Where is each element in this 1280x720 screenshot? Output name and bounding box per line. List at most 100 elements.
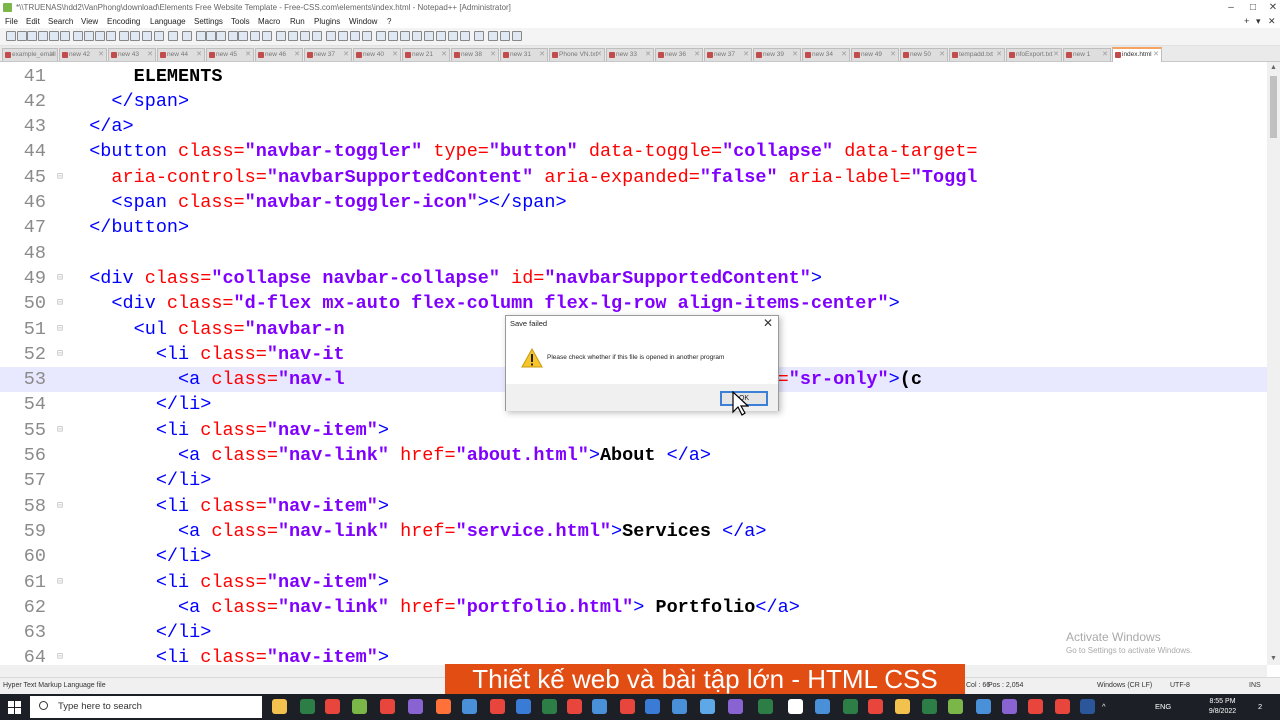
toolbar-button-icon-18[interactable]	[216, 31, 226, 41]
toolbar-button-icon-0[interactable]	[6, 31, 16, 41]
tab-close-icon[interactable]: ✕	[294, 49, 300, 61]
taskbar-app-icon-16[interactable]	[700, 699, 715, 714]
code-line[interactable]: 58 ⊟ <li class="nav-item">	[0, 494, 1267, 519]
tab-close-icon[interactable]: ✕	[392, 49, 398, 61]
status-encoding[interactable]: UTF-8	[1170, 678, 1190, 694]
tab-22[interactable]: index.html ✕	[1112, 47, 1162, 62]
toolbar-button-icon-26[interactable]	[312, 31, 322, 41]
toolbar-button-icon-13[interactable]	[154, 31, 164, 41]
code-line[interactable]: 45 ⊟ aria-controls="navbarSupportedConten…	[0, 165, 1267, 190]
windows-start-icon[interactable]	[8, 701, 21, 714]
toolbar-button-icon-5[interactable]	[60, 31, 70, 41]
tab-close-icon[interactable]: ✕	[539, 49, 545, 61]
fold-marker-icon[interactable]: ⊟	[57, 165, 66, 190]
code-line[interactable]: 62 <a class="nav-link" href="portfolio.h…	[0, 595, 1267, 620]
taskbar-app-icon-30[interactable]	[1080, 699, 1095, 714]
menu-tools[interactable]: Tools	[231, 15, 250, 28]
menu-file[interactable]: File	[5, 15, 18, 28]
taskbar-search-box[interactable]: Type here to search	[30, 696, 262, 718]
toolbar-button-icon-32[interactable]	[388, 31, 398, 41]
toolbar-button-icon-7[interactable]	[84, 31, 94, 41]
toolbar-button-icon-8[interactable]	[95, 31, 105, 41]
taskbar-app-icon-21[interactable]	[843, 699, 858, 714]
menu-language[interactable]: Language	[150, 15, 186, 28]
toolbar-button-icon-38[interactable]	[460, 31, 470, 41]
tab-close-icon[interactable]: ✕	[743, 49, 749, 61]
tab-close-icon[interactable]: ✕	[694, 49, 700, 61]
status-eol[interactable]: Windows (CR LF)	[1097, 678, 1152, 694]
toolbar-button-icon-6[interactable]	[73, 31, 83, 41]
tab-close-icon[interactable]: ✕	[490, 49, 496, 61]
taskbar-app-icon-14[interactable]	[645, 699, 660, 714]
taskbar-app-icon-3[interactable]	[352, 699, 367, 714]
tab-close-icon[interactable]: ✕	[596, 49, 602, 61]
code-line[interactable]: 47 </button>	[0, 215, 1267, 240]
menu-window[interactable]: Window	[349, 15, 377, 28]
tab-7[interactable]: new 40 ✕	[353, 48, 401, 61]
tab-19[interactable]: tempadd.txt ✕	[949, 48, 1005, 61]
tab-8[interactable]: new 21 ✕	[402, 48, 450, 61]
tab-close-icon[interactable]: ✕	[343, 49, 349, 61]
toolbar-button-icon-37[interactable]	[448, 31, 458, 41]
toolbar-button-icon-11[interactable]	[130, 31, 140, 41]
toolbar-button-icon-36[interactable]	[436, 31, 446, 41]
taskbar-app-icon-23[interactable]	[895, 699, 910, 714]
toolbar-button-icon-14[interactable]	[168, 31, 178, 41]
fold-marker-icon[interactable]: ⊟	[57, 570, 66, 595]
taskbar-app-icon-7[interactable]	[462, 699, 477, 714]
toolbar-button-icon-30[interactable]	[362, 31, 372, 41]
fold-marker-icon[interactable]: ⊟	[57, 317, 66, 342]
tab-close-icon[interactable]: ✕	[441, 49, 447, 61]
code-line[interactable]: 55 ⊟ <li class="nav-item">	[0, 418, 1267, 443]
fold-marker-icon[interactable]: ⊟	[57, 418, 66, 443]
taskbar-app-icon-26[interactable]	[976, 699, 991, 714]
code-line[interactable]: 46 <span class="navbar-toggler-icon"></s…	[0, 190, 1267, 215]
fold-marker-icon[interactable]: ⊟	[57, 291, 66, 316]
taskbar-app-icon-2[interactable]	[325, 699, 340, 714]
tab-9[interactable]: new 38 ✕	[451, 48, 499, 61]
toolbar-button-icon-27[interactable]	[326, 31, 336, 41]
toolbar-button-icon-17[interactable]	[206, 31, 216, 41]
scroll-up-icon[interactable]: ▲	[1267, 62, 1280, 74]
tab-close-icon[interactable]: ✕	[49, 49, 55, 61]
toolbar-button-icon-33[interactable]	[400, 31, 410, 41]
fold-marker-icon[interactable]: ⊟	[57, 645, 66, 665]
toolbar-button-icon-2[interactable]	[27, 31, 37, 41]
taskbar-app-icon-12[interactable]	[592, 699, 607, 714]
tab-list-icon[interactable]: ▾	[1256, 15, 1261, 28]
toolbar-button-icon-39[interactable]	[474, 31, 484, 41]
tab-close-icon[interactable]: ✕	[1053, 49, 1059, 61]
fold-marker-icon[interactable]: ⊟	[57, 266, 66, 291]
tab-1[interactable]: new 42 ✕	[59, 48, 107, 61]
tray-chevron-icon[interactable]: ^	[1102, 694, 1106, 720]
language-indicator[interactable]: ENG	[1155, 694, 1171, 720]
taskbar-app-icon-13[interactable]	[620, 699, 635, 714]
tab-5[interactable]: new 46 ✕	[255, 48, 303, 61]
tab-15[interactable]: new 39 ✕	[753, 48, 801, 61]
tab-3[interactable]: new 44 ✕	[157, 48, 205, 61]
tab-16[interactable]: new 34 ✕	[802, 48, 850, 61]
toolbar-button-icon-24[interactable]	[288, 31, 298, 41]
toolbar-button-icon-15[interactable]	[182, 31, 192, 41]
toolbar-button-icon-19[interactable]	[228, 31, 238, 41]
tab-14[interactable]: new 37 ✕	[704, 48, 752, 61]
fold-marker-icon[interactable]: ⊟	[57, 342, 66, 367]
toolbar-button-icon-10[interactable]	[119, 31, 129, 41]
code-line[interactable]: 44 <button class="navbar-toggler" type="…	[0, 139, 1267, 164]
toolbar-button-icon-42[interactable]	[512, 31, 522, 41]
code-line[interactable]: 50 ⊟ <div class="d-flex mx-auto flex-colu…	[0, 291, 1267, 316]
taskbar-app-icon-15[interactable]	[672, 699, 687, 714]
taskbar-app-icon-8[interactable]	[490, 699, 505, 714]
tab-2[interactable]: new 43 ✕	[108, 48, 156, 61]
tab-21[interactable]: new 1 ✕	[1063, 48, 1111, 61]
tab-close-icon[interactable]: ✕	[245, 49, 251, 61]
code-line[interactable]: 59 <a class="nav-link" href="service.htm…	[0, 519, 1267, 544]
tab-close-icon[interactable]: ✕	[890, 49, 896, 61]
taskbar-app-icon-17[interactable]	[728, 699, 743, 714]
tab-17[interactable]: new 49 ✕	[851, 48, 899, 61]
tab-20[interactable]: nfoExport.txt ✕	[1006, 48, 1062, 61]
code-line[interactable]: 43 </a>	[0, 114, 1267, 139]
toolbar-button-icon-22[interactable]	[262, 31, 272, 41]
code-line[interactable]: 42 </span>	[0, 89, 1267, 114]
toolbar-button-icon-12[interactable]	[142, 31, 152, 41]
